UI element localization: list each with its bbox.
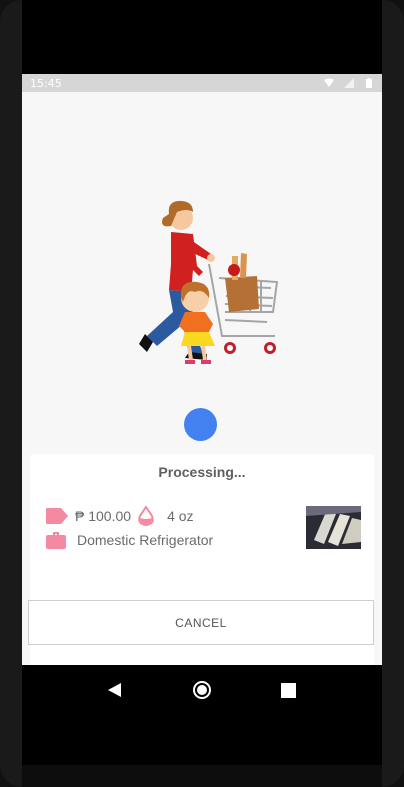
cancel-button[interactable]: CANCEL — [28, 600, 374, 645]
weight-text: 4 oz — [167, 508, 194, 524]
home-icon[interactable] — [192, 680, 212, 700]
status-icons — [324, 78, 374, 88]
briefcase-icon — [46, 532, 66, 549]
device-bezel-bottom — [22, 715, 382, 765]
order-summary-sheet: Processing... ₱ 100.00 4 oz Domestic Ref… — [28, 454, 374, 665]
status-time: 15:45 — [30, 76, 62, 90]
category-text: Domestic Refrigerator — [77, 532, 214, 548]
device-edge-right — [382, 0, 404, 787]
water-drop-icon — [138, 506, 154, 526]
loading-indicator — [184, 408, 217, 441]
price-weight-row: ₱ 100.00 4 oz — [46, 506, 194, 526]
recents-icon[interactable] — [279, 680, 299, 700]
status-bar: 15:45 — [22, 74, 382, 92]
item-thumbnail — [306, 506, 361, 549]
device-edge-left — [0, 0, 22, 787]
sheet-title: Processing... — [158, 464, 246, 480]
category-row: Domestic Refrigerator — [46, 531, 213, 549]
price-text: ₱ 100.00 — [75, 508, 132, 524]
signal-icon — [344, 78, 354, 88]
app-screen: 15:45 Processing... ₱ 100.00 4 oz Domest… — [22, 74, 382, 665]
back-icon[interactable] — [105, 680, 125, 700]
system-nav-bar — [22, 665, 382, 715]
mother-child-shopping-cart-illustration — [139, 200, 279, 364]
wifi-icon — [324, 78, 334, 87]
battery-icon — [366, 78, 372, 88]
device-bezel-top — [22, 0, 382, 74]
price-tag-icon — [46, 508, 68, 524]
